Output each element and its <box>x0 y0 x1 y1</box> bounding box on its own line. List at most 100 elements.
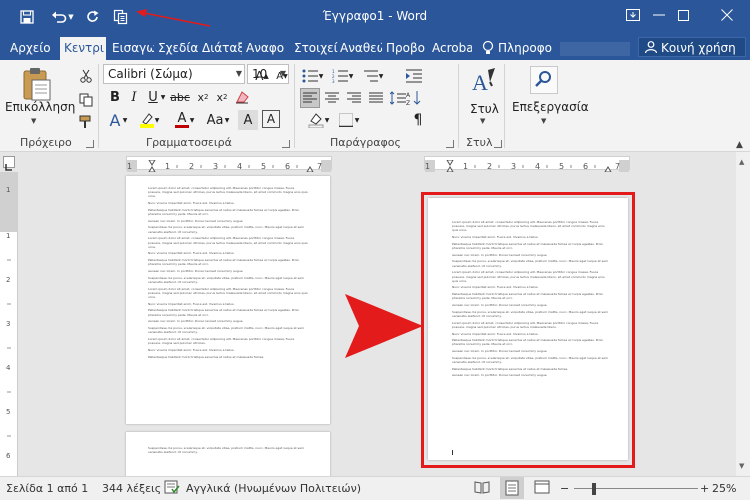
zoom-level-status[interactable]: 25% <box>712 482 736 495</box>
font-name-dropdown-icon[interactable]: ▼ <box>236 65 242 83</box>
show-formatting-marks-icon[interactable]: ¶ <box>408 110 428 130</box>
font-color-dropdown-icon[interactable]: ▼ <box>187 110 197 130</box>
web-layout-icon[interactable] <box>534 480 550 497</box>
tell-me-box[interactable]: Πληροφο <box>482 40 552 58</box>
bold-icon[interactable]: B <box>105 87 125 107</box>
tab-home[interactable]: Κεντρι <box>60 37 106 60</box>
svg-text:7: 7 <box>317 162 322 171</box>
italic-icon[interactable]: I <box>124 87 144 107</box>
share-button[interactable]: Κοινή χρήση <box>638 37 746 57</box>
scroll-down-icon[interactable]: ▼ <box>739 462 744 470</box>
svg-text:1: 1 <box>6 186 10 194</box>
zoom-in-icon[interactable]: + <box>700 482 709 495</box>
word-window: ▼ Έγγραφο1 - Word Αρχείο Κεντρι Εισαγω Σ… <box>0 0 750 500</box>
align-left-icon[interactable] <box>300 88 320 108</box>
paragraph-launcher-icon[interactable] <box>446 140 454 148</box>
tab-design[interactable]: Σχεδία <box>154 37 200 60</box>
find-icon[interactable] <box>530 66 558 94</box>
svg-text:1: 1 <box>425 162 430 171</box>
repeat-icon[interactable] <box>82 6 104 28</box>
tab-acrobat[interactable]: Acroba <box>428 37 472 60</box>
vertical-scrollbar[interactable]: ▲ ▼ <box>736 152 750 476</box>
collapse-ribbon-icon[interactable]: ▲ <box>736 140 743 150</box>
page-count-status[interactable]: Σελίδα 1 από 1 <box>6 482 88 495</box>
zoom-out-icon[interactable]: − <box>560 482 569 495</box>
numbering-dropdown-icon[interactable]: ▼ <box>346 66 356 86</box>
clipboard-launcher-icon[interactable] <box>86 140 94 148</box>
read-mode-icon[interactable] <box>474 480 490 497</box>
font-launcher-icon[interactable] <box>282 140 290 148</box>
font-group-label: Γραμματοσειρά <box>146 136 232 149</box>
tab-layout[interactable]: Διάταξ <box>198 37 242 60</box>
shading-dropdown-icon[interactable]: ▼ <box>322 110 332 130</box>
bullets-dropdown-icon[interactable]: ▼ <box>316 66 326 86</box>
svg-text:3: 3 <box>6 320 10 328</box>
text-cursor <box>452 450 453 455</box>
paste-label[interactable]: Επικόλληση <box>5 100 75 114</box>
tab-review[interactable]: Αναθεώ <box>336 37 382 60</box>
increase-indent-icon[interactable] <box>404 66 424 86</box>
red-pointer-arrow-icon <box>136 9 211 27</box>
decrease-indent-icon <box>378 66 398 86</box>
zoom-slider-thumb[interactable] <box>592 483 596 495</box>
styles-launcher-icon[interactable] <box>494 140 502 148</box>
tab-selector-icon[interactable] <box>3 156 15 171</box>
sort-icon[interactable]: AZ <box>404 88 424 108</box>
undo-dropdown-icon[interactable]: ▼ <box>66 6 76 28</box>
styles-icon[interactable]: A <box>468 66 500 100</box>
justify-icon[interactable] <box>366 88 386 108</box>
proofing-icon[interactable] <box>164 480 180 497</box>
paste-icon[interactable] <box>18 66 54 102</box>
strikethrough-icon[interactable]: abc <box>170 87 190 107</box>
cut-icon[interactable] <box>76 66 96 86</box>
superscript-icon[interactable]: x2 <box>212 87 232 107</box>
subscript-icon[interactable]: x2 <box>193 87 213 107</box>
tab-view[interactable]: Προβο <box>382 37 426 60</box>
align-center-icon[interactable] <box>322 88 342 108</box>
horizontal-ruler-right[interactable]: 1 1 2 3 4 5 6 7 <box>424 156 630 173</box>
align-right-icon[interactable] <box>344 88 364 108</box>
character-shading-icon[interactable]: A <box>238 110 258 130</box>
tab-references[interactable]: Αναφο <box>242 37 290 60</box>
clear-formatting-icon[interactable] <box>232 87 252 107</box>
print-layout-icon[interactable] <box>500 477 524 499</box>
copy-icon[interactable] <box>76 90 96 110</box>
status-bar: Σελίδα 1 από 1 344 λέξεις Αγγλικά (Ηνωμέ… <box>0 476 750 500</box>
document-page-result[interactable]: Lorem ipsum dolor sit amet, consectetur … <box>428 198 628 460</box>
styles-dropdown-icon[interactable]: ▼ <box>480 117 485 125</box>
svg-text:4: 4 <box>6 364 11 372</box>
save-icon[interactable] <box>16 6 38 28</box>
editing-dropdown-icon[interactable]: ▼ <box>541 117 546 125</box>
paste-dropdown-icon[interactable]: ▼ <box>31 117 36 125</box>
font-name-combo[interactable]: Calibri (Σώμα) ▼ <box>103 64 245 84</box>
red-arrow-icon <box>345 294 423 358</box>
text-effects-dropdown-icon[interactable]: ▼ <box>120 110 130 130</box>
document-page-2[interactable]: Suspendisse dui purus, scelerisque at, v… <box>126 432 330 476</box>
tab-insert[interactable]: Εισαγω <box>108 37 154 60</box>
text-highlight-dropdown-icon[interactable]: ▼ <box>152 110 162 130</box>
change-case-dropdown-icon[interactable]: ▼ <box>222 110 232 130</box>
horizontal-ruler-left[interactable]: 1 1 2 3 4 5 6 7 <box>126 156 332 173</box>
tab-file[interactable]: Αρχείο <box>6 37 54 60</box>
close-icon[interactable] <box>704 0 750 30</box>
obscured-region <box>560 42 630 56</box>
scroll-up-icon[interactable]: ▲ <box>739 158 744 166</box>
tab-mailings[interactable]: Στοιχεί <box>290 37 338 60</box>
maximize-icon[interactable] <box>660 0 706 30</box>
page-text-content: Lorem ipsum dolor sit amet, consectetur … <box>452 220 608 378</box>
styles-label[interactable]: Στυλ <box>470 102 499 116</box>
vertical-ruler[interactable]: 1 1 2 3 4 5 6 <box>0 172 18 476</box>
word-count-status[interactable]: 344 λέξεις <box>102 482 161 495</box>
editing-label[interactable]: Επεξεργασία <box>512 100 589 114</box>
language-status[interactable]: Αγγλικά (Ηνωμένων Πολιτειών) <box>186 482 361 495</box>
underline-dropdown-icon[interactable]: ▼ <box>158 87 168 107</box>
document-page-1[interactable]: Lorem ipsum dolor sit amet, consectetur … <box>126 176 330 424</box>
person-icon <box>645 41 657 53</box>
shrink-font-icon[interactable]: A ▼ <box>272 66 292 86</box>
separator <box>294 64 295 148</box>
copy-pages-icon[interactable] <box>110 6 132 28</box>
grow-font-icon[interactable]: A ▲ <box>252 66 272 86</box>
format-painter-icon[interactable] <box>76 112 96 132</box>
borders-dropdown-icon[interactable]: ▼ <box>352 110 362 130</box>
character-border-icon[interactable]: A <box>262 110 280 128</box>
